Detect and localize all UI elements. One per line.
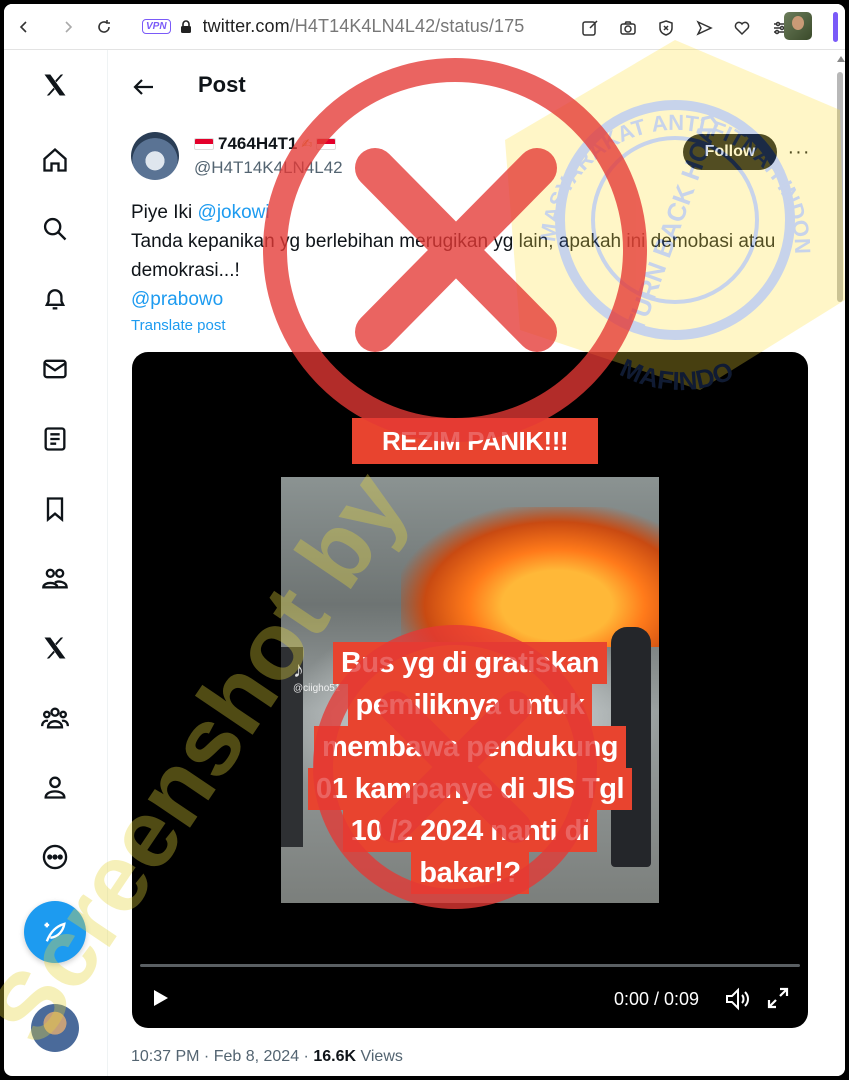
scrollbar[interactable]	[835, 50, 845, 1076]
video-banner: REZIM PANIK!!!	[352, 418, 598, 464]
communities-icon[interactable]	[34, 557, 76, 599]
flag-icon	[316, 138, 337, 150]
volume-icon[interactable]	[724, 986, 750, 1012]
forward-icon[interactable]	[52, 11, 84, 43]
caption-line: 10 /2 2024 nanti di	[342, 810, 598, 852]
video-progress-bar[interactable]	[140, 964, 800, 967]
author-name-text: 7464H4T1	[218, 134, 298, 153]
scroll-up-arrow-icon[interactable]	[837, 56, 845, 62]
emoji-icon: ✍	[301, 136, 313, 151]
url-path: /H4T14K4LN4L42/status/175	[289, 16, 525, 36]
browser-window: VPN twitter.com/H4T14K4LN4L42/status/175	[4, 4, 845, 1076]
caption-line: 01 kampanye di JIS Tgl	[307, 768, 633, 810]
left-nav	[4, 50, 108, 1076]
flag-icon	[194, 138, 214, 150]
video-player[interactable]: REZIM PANIK!!! ♪ @ciigho51 Bus yg di gra…	[132, 352, 808, 1028]
translate-post-link[interactable]: Translate post	[131, 317, 226, 334]
browser-toolbar: VPN twitter.com/H4T14K4LN4L42/status/175	[4, 4, 845, 50]
tweet-text-line1: Piye Iki	[131, 202, 198, 223]
separator: ·	[299, 1048, 314, 1065]
author-display-name[interactable]: 7464H4T1 ✍	[194, 134, 337, 154]
browser-profile-avatar[interactable]	[784, 12, 812, 40]
compose-button[interactable]	[24, 901, 86, 963]
url-host: twitter.com	[202, 16, 290, 36]
premium-x-icon[interactable]	[34, 627, 76, 669]
account-avatar[interactable]	[31, 1004, 79, 1052]
caption-line: membawa pendukung	[313, 726, 627, 768]
lock-icon[interactable]	[179, 19, 193, 34]
profile-icon[interactable]	[34, 766, 76, 808]
shield-icon[interactable]	[650, 12, 682, 44]
views-label: Views	[356, 1048, 403, 1065]
scroll-thumb[interactable]	[837, 72, 843, 302]
x-logo-icon[interactable]	[34, 64, 76, 106]
mention-prabowo[interactable]: @prabowo	[131, 289, 223, 310]
caption-line: Bus yg di gratiskan	[332, 642, 607, 684]
caption-line: bakar!?	[411, 852, 529, 894]
separator: ·	[199, 1048, 214, 1065]
reload-icon[interactable]	[88, 11, 120, 43]
video-time: 0:00 / 0:09	[614, 989, 700, 1009]
views-count: 16.6K	[313, 1048, 357, 1065]
fire-image	[401, 507, 659, 647]
play-icon[interactable]	[148, 986, 172, 1010]
heart-icon[interactable]	[726, 12, 758, 44]
back-arrow-icon[interactable]	[129, 72, 159, 102]
home-icon[interactable]	[34, 139, 76, 181]
compose-feather-icon	[44, 922, 66, 942]
more-circle-icon[interactable]	[34, 836, 76, 878]
search-icon[interactable]	[34, 208, 76, 250]
mail-icon[interactable]	[34, 348, 76, 390]
tweet-text-line2: Tanda kepanikan yg berlebihan merugikan …	[131, 231, 776, 281]
camera-icon[interactable]	[612, 12, 644, 44]
back-icon[interactable]	[8, 11, 40, 43]
post-header: Post	[109, 50, 835, 124]
tweet-time[interactable]: 10:37 PM	[131, 1048, 199, 1065]
address-bar[interactable]: twitter.com/H4T14K4LN4L42/status/175	[203, 16, 543, 37]
people-icon[interactable]	[34, 697, 76, 739]
tweet-meta: 10:37 PM · Feb 8, 2024 · 16.6K Views	[131, 1048, 403, 1066]
video-caption: Bus yg di gratiskan pemiliknya untuk mem…	[281, 642, 659, 894]
send-icon[interactable]	[688, 12, 720, 44]
fullscreen-icon[interactable]	[766, 986, 790, 1010]
page-title: Post	[198, 72, 246, 97]
author-handle[interactable]: @H4T14K4LN4L42	[194, 158, 343, 178]
mention-jokowi[interactable]: @jokowi	[198, 202, 270, 223]
list-icon[interactable]	[34, 418, 76, 460]
follow-button[interactable]: Follow	[683, 134, 777, 170]
tweet-text: Piye Iki @jokowi Tanda kepanikan yg berl…	[131, 198, 811, 314]
vpn-badge[interactable]: VPN	[142, 19, 171, 34]
tweet-date[interactable]: Feb 8, 2024	[214, 1048, 299, 1065]
video-frame: ♪ @ciigho51 Bus yg di gratiskan pemilikn…	[281, 477, 659, 903]
bookmark-icon[interactable]	[34, 488, 76, 530]
main-column: Post 7464H4T1 ✍ @H4T14K4LN4L42 Follow ··…	[109, 50, 835, 1076]
author-avatar[interactable]	[131, 132, 179, 180]
more-options-icon[interactable]: ···	[785, 138, 813, 166]
caption-line: pemiliknya untuk	[347, 684, 593, 726]
bell-icon[interactable]	[34, 278, 76, 320]
browser-sidebar-handle[interactable]	[833, 12, 838, 42]
edit-icon[interactable]	[574, 12, 606, 44]
